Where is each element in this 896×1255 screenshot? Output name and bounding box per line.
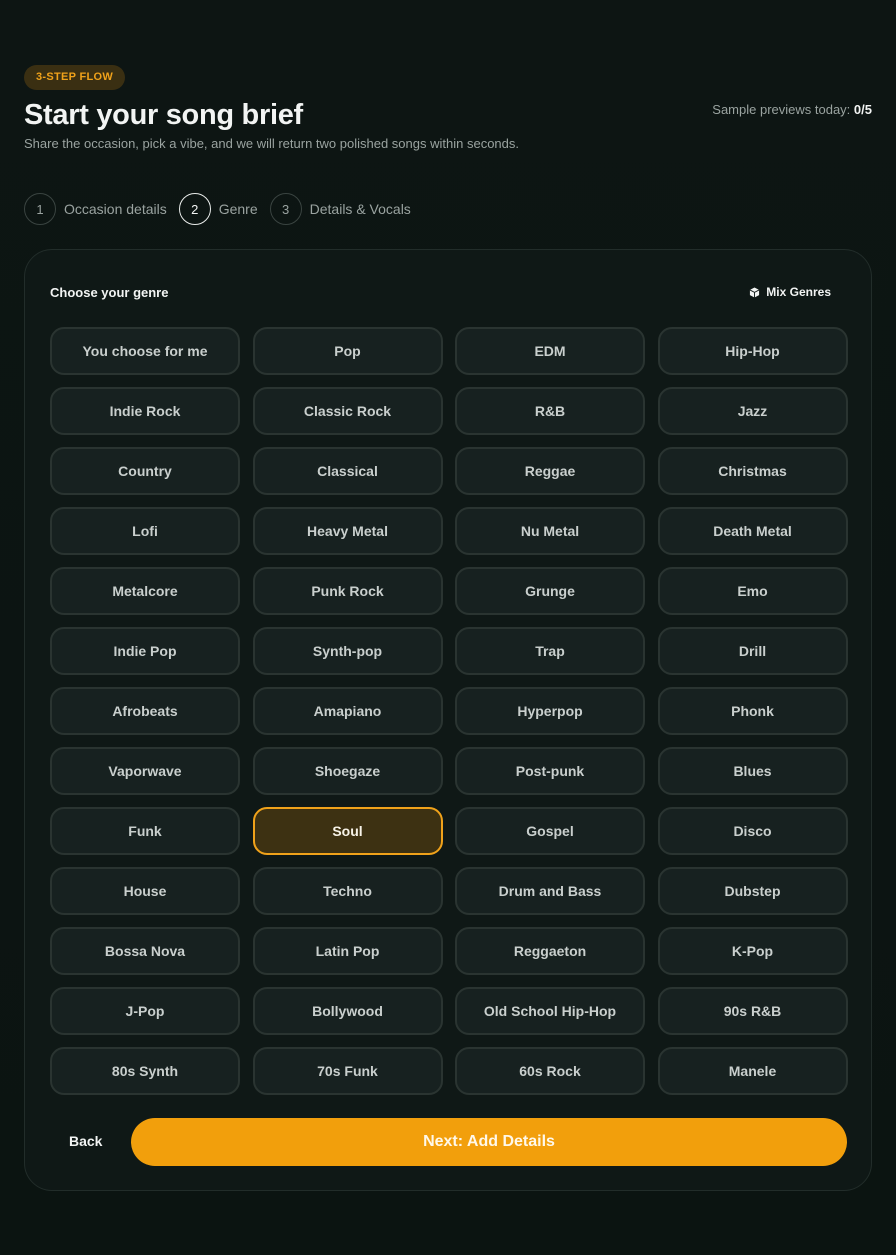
genre-option-hip-hop[interactable]: Hip-Hop [657,327,848,375]
genre-option-house[interactable]: House [50,867,240,915]
mix-genres-label: Mix Genres [766,285,831,299]
genre-option-soul[interactable]: Soul [252,807,443,855]
genre-option-old-school-hip-hop[interactable]: Old School Hip-Hop [455,987,645,1035]
genre-option-pop[interactable]: Pop [252,327,443,375]
page-title: Start your song brief [24,99,303,131]
genre-option-j-pop[interactable]: J-Pop [50,987,240,1035]
genre-option-synth-pop[interactable]: Synth-pop [252,627,443,675]
genre-option-indie-pop[interactable]: Indie Pop [50,627,240,675]
mix-genres-button[interactable]: Mix Genres [749,285,831,299]
previews-value: 0/5 [853,102,872,117]
genre-option-70s-funk[interactable]: 70s Funk [252,1047,443,1095]
step-label: Genre [218,201,258,217]
genre-option-emo[interactable]: Emo [657,567,848,615]
step-details-vocals[interactable]: 3 Details & Vocals [269,193,411,225]
genre-option-lofi[interactable]: Lofi [50,507,240,555]
genre-option-dubstep[interactable]: Dubstep [657,867,848,915]
genre-option-shoegaze[interactable]: Shoegaze [252,747,443,795]
genre-option-90s-randb[interactable]: 90s R&B [657,987,848,1035]
genre-option-trap[interactable]: Trap [455,627,645,675]
genre-option-drum-and-bass[interactable]: Drum and Bass [455,867,645,915]
genre-option-indie-rock[interactable]: Indie Rock [50,387,240,435]
genre-option-nu-metal[interactable]: Nu Metal [455,507,645,555]
genre-option-bossa-nova[interactable]: Bossa Nova [50,927,240,975]
genre-option-edm[interactable]: EDM [455,327,645,375]
genre-option-blues[interactable]: Blues [657,747,848,795]
genre-option-k-pop[interactable]: K-Pop [657,927,848,975]
genre-option-afrobeats[interactable]: Afrobeats [50,687,240,735]
step-label: Details & Vocals [309,201,411,217]
genre-option-post-punk[interactable]: Post-punk [455,747,645,795]
stepper: 1 Occasion details 2 Genre 3 Details & V… [24,193,423,225]
genre-option-latin-pop[interactable]: Latin Pop [252,927,443,975]
page-subtitle: Share the occasion, pick a vibe, and we … [24,136,519,151]
genre-option-metalcore[interactable]: Metalcore [50,567,240,615]
step-number: 2 [178,193,211,225]
genre-option-punk-rock[interactable]: Punk Rock [252,567,443,615]
genre-option-manele[interactable]: Manele [657,1047,848,1095]
step-genre[interactable]: 2 Genre [178,193,258,225]
genre-option-heavy-metal[interactable]: Heavy Metal [252,507,443,555]
genre-option-reggae[interactable]: Reggae [455,447,645,495]
genre-option-jazz[interactable]: Jazz [657,387,848,435]
genre-option-disco[interactable]: Disco [657,807,848,855]
genre-option-bollywood[interactable]: Bollywood [252,987,443,1035]
genre-option-randb[interactable]: R&B [455,387,645,435]
step-occasion-details[interactable]: 1 Occasion details [24,193,167,225]
genre-option-death-metal[interactable]: Death Metal [657,507,848,555]
genre-option-amapiano[interactable]: Amapiano [252,687,443,735]
genre-option-classical[interactable]: Classical [252,447,443,495]
genre-option-phonk[interactable]: Phonk [657,687,848,735]
previews-label: Sample previews today: [712,102,851,117]
flow-badge: 3-STEP FLOW [24,65,126,90]
back-button[interactable]: Back [69,1133,102,1149]
genre-heading: Choose your genre [50,285,169,300]
genre-grid: You choose for me Pop EDM Hip-Hop Indie Rock… [50,327,848,1095]
genre-option-grunge[interactable]: Grunge [455,567,645,615]
genre-option-techno[interactable]: Techno [252,867,443,915]
step-number: 1 [24,193,56,225]
genre-option-christmas[interactable]: Christmas [657,447,848,495]
genre-option-drill[interactable]: Drill [657,627,848,675]
genre-option-hyperpop[interactable]: Hyperpop [455,687,645,735]
genre-option-vaporwave[interactable]: Vaporwave [50,747,240,795]
genre-option-country[interactable]: Country [50,447,240,495]
genre-option-reggaeton[interactable]: Reggaeton [455,927,645,975]
step-number: 3 [269,193,302,225]
step-label: Occasion details [64,201,167,217]
genre-card: Choose your genre Mix Genres You choose … [24,249,872,1191]
genre-option-funk[interactable]: Funk [50,807,240,855]
genre-option-you-choose-for-me[interactable]: You choose for me [50,327,240,375]
genre-option-gospel[interactable]: Gospel [455,807,645,855]
next-add-details-button[interactable]: Next: Add Details [131,1118,847,1166]
genre-option-classic-rock[interactable]: Classic Rock [252,387,443,435]
dice-icon [749,286,760,298]
sample-previews-counter: Sample previews today: 0/5 [712,102,872,117]
genre-option-60s-rock[interactable]: 60s Rock [455,1047,645,1095]
genre-option-80s-synth[interactable]: 80s Synth [50,1047,240,1095]
